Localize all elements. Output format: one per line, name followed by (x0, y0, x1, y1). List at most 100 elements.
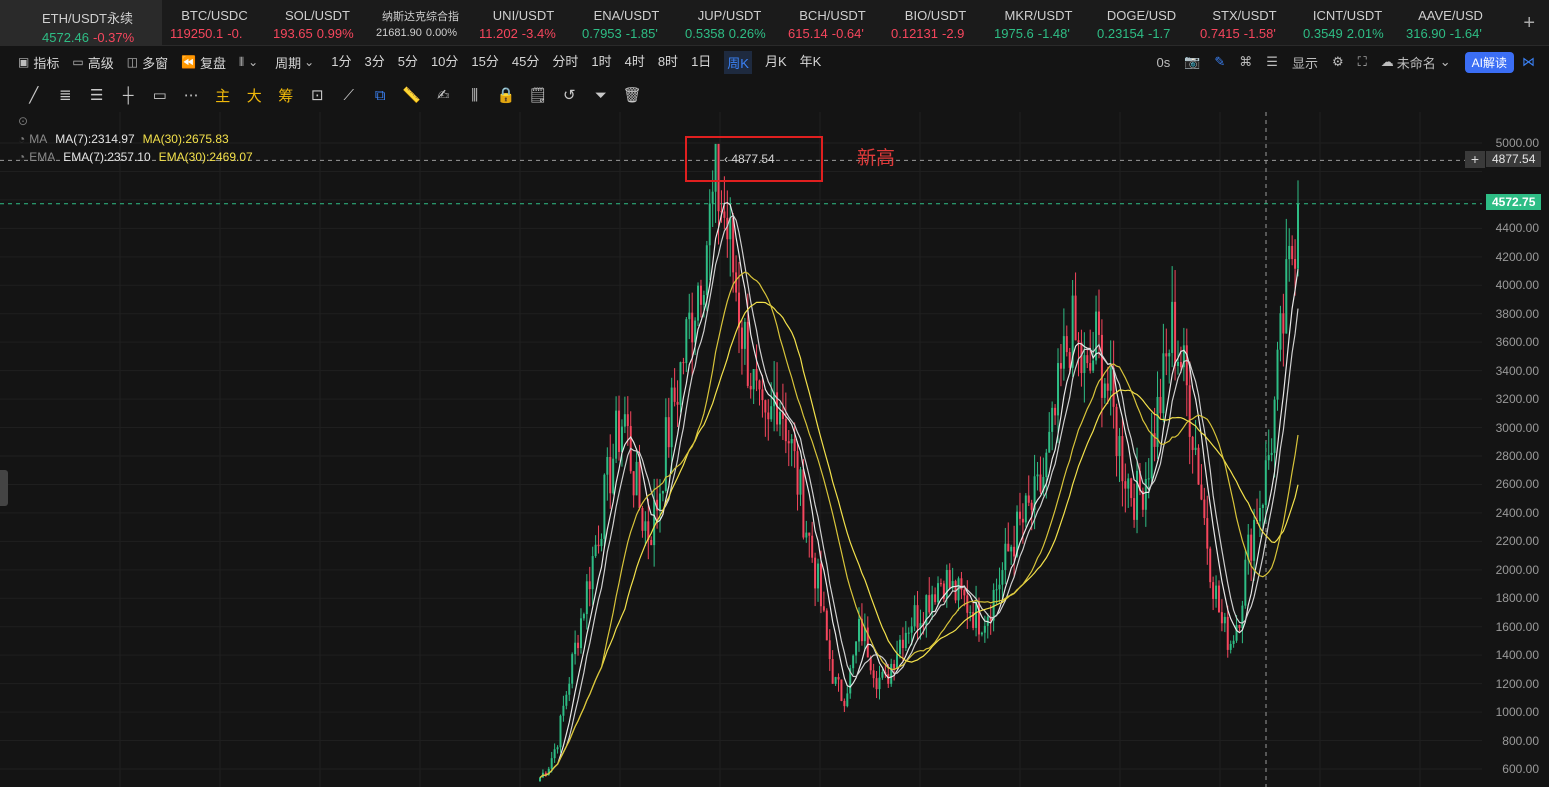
ticker-tab[interactable]: DOGE/USD 0.23154 -1.7 (1089, 0, 1192, 46)
horizontal-lines-icon[interactable]: ☰ (81, 86, 113, 104)
replay-button[interactable]: ⏪ 复盘 (181, 53, 226, 72)
ticker-tab[interactable]: ENA/USDT 0.7953 -1.85' (574, 0, 677, 46)
period-option[interactable]: 5分 (398, 51, 418, 74)
ai-interpret-button[interactable]: AI解读 (1464, 51, 1514, 73)
ticker-tab[interactable]: STX/USDT 0.7415 -1.58' (1192, 0, 1295, 46)
multi-window-button[interactable]: ◫ 多窗 (127, 53, 168, 72)
ticker-tab[interactable]: ICNT/USDT 0.3549 2.01% (1295, 0, 1398, 46)
display-button[interactable]: 显示 (1292, 53, 1318, 72)
period-option[interactable]: 4时 (625, 51, 645, 74)
period-option[interactable]: 8时 (658, 51, 678, 74)
undo-icon[interactable]: ↺ (554, 86, 586, 104)
candle-body (1086, 355, 1089, 364)
ticker-tab[interactable]: BTC/USDC 119250.1 -0. (162, 0, 265, 46)
candle-body (732, 217, 735, 273)
camera-icon[interactable]: 📷 (1184, 54, 1200, 70)
note-icon[interactable]: 🗒 (522, 86, 554, 104)
alert-icon[interactable]: ⌘ (1239, 54, 1252, 70)
ticker-price: 0.7415 (1200, 26, 1240, 41)
settings-icon[interactable]: ⚙ (1332, 54, 1344, 70)
ticker-tab[interactable]: JUP/USDT 0.5358 0.26% (677, 0, 780, 46)
candle-body (790, 439, 793, 444)
candle-body (667, 417, 670, 448)
sidebar-toggle-handle[interactable] (0, 470, 8, 506)
candle-body (1291, 245, 1294, 260)
pattern-icon[interactable]: ⫼ (459, 87, 491, 104)
bell-icon[interactable]: ◔ (18, 150, 25, 164)
period-option[interactable]: 15分 (471, 51, 498, 74)
lock-icon[interactable]: 🔒 (491, 86, 523, 104)
big-order-tool[interactable]: 大 (239, 85, 271, 106)
candle-body (1209, 548, 1212, 583)
ticker-tab[interactable]: BCH/USDT 615.14 -0.64' (780, 0, 883, 46)
candle-body (998, 584, 1001, 590)
candle-body (615, 410, 618, 459)
price-chart[interactable] (0, 112, 1549, 787)
period-option[interactable]: 分时 (552, 51, 578, 74)
parallel-lines-icon[interactable]: ≣ (50, 86, 82, 104)
filter-icon[interactable]: ⏷ (585, 87, 617, 104)
candle-body (852, 655, 855, 669)
candle-body (966, 595, 969, 613)
period-option[interactable]: 1时 (591, 51, 611, 74)
bell-icon[interactable]: ◔ (18, 132, 25, 146)
period-dropdown[interactable]: 周期 ⌄ (275, 53, 318, 72)
more-tools-icon[interactable]: ⋯ (176, 86, 208, 104)
ticker-tab[interactable]: BIO/USDT 0.12131 -2.9 (883, 0, 986, 46)
ticker-tab[interactable]: UNI/USDT 11.202 -3.4% (471, 0, 574, 46)
candle-body (1030, 502, 1033, 510)
select-tool-icon[interactable]: ⧉ (365, 87, 397, 104)
period-option[interactable]: 月K (765, 51, 787, 74)
candle-body (585, 581, 588, 615)
advanced-button[interactable]: ▭ 高级 (72, 53, 113, 72)
chips-tool[interactable]: 筹 (270, 85, 302, 106)
brush-icon[interactable]: ✍ (428, 86, 460, 104)
eraser-brush-icon[interactable]: ⟋ (333, 87, 365, 104)
layout-dropdown[interactable]: ☁ 未命名 ⌄ (1381, 53, 1451, 72)
candle-body (1018, 511, 1021, 519)
candle-body (1127, 478, 1130, 489)
candle-body (901, 639, 904, 649)
list-icon[interactable]: ☰ (1266, 54, 1278, 70)
ticker-tab[interactable]: ETH/USDT永续 4572.46 -0.37% (0, 0, 162, 46)
ticker-change: 0.00% (425, 27, 458, 39)
crosshair-add-icon[interactable]: + (1465, 151, 1485, 168)
indicators-button[interactable]: ▣ 指标 (18, 53, 59, 72)
add-tab-icon[interactable]: + (1523, 12, 1535, 35)
candle-body (1136, 470, 1139, 520)
candle-body (562, 705, 565, 716)
share-icon[interactable]: ⋈ (1522, 54, 1535, 70)
candle-body (1024, 495, 1027, 523)
magnet-icon[interactable]: ⊡ (302, 86, 334, 104)
rectangle-icon[interactable]: ▭ (144, 86, 176, 104)
price-axis-tick: 1600.00 (1495, 619, 1539, 634)
candle-body (641, 508, 644, 531)
ticker-tab[interactable]: AAVE/USD 316.90 -1.64' (1398, 0, 1501, 46)
collapse-icon[interactable]: ⊙ (18, 114, 28, 128)
chart-type-button[interactable]: ⫴ ⌄ (239, 55, 262, 70)
horizontal-ray-icon[interactable]: ┼ (113, 87, 145, 104)
ticker-price: 193.65 (273, 26, 313, 41)
ticker-tab[interactable]: SOL/USDT 193.65 0.99% (265, 0, 368, 46)
ticker-tab[interactable]: MKR/USDT 1975.6 -1.48' (986, 0, 1089, 46)
price-axis-tick: 2400.00 (1495, 505, 1539, 520)
candle-body (802, 469, 805, 538)
ruler-icon[interactable]: 📏 (396, 86, 428, 104)
main-chart-tool[interactable]: 主 (207, 85, 239, 106)
candle-body (1288, 245, 1291, 260)
ticker-tab[interactable]: 纳斯达克综合指 21681.90 0.00% (368, 0, 471, 46)
trash-icon[interactable]: 🗑 (617, 86, 649, 104)
pen-icon[interactable]: ✎ (1214, 54, 1225, 70)
period-option[interactable]: 周K (724, 50, 752, 74)
period-option[interactable]: 1日 (691, 51, 711, 74)
candle-body (825, 610, 828, 641)
period-option[interactable]: 10分 (431, 51, 458, 74)
period-option[interactable]: 年K (800, 51, 822, 74)
period-option[interactable]: 3分 (364, 51, 384, 74)
fullscreen-icon[interactable]: ⛶ (1358, 54, 1367, 70)
period-option[interactable]: 1分 (331, 51, 351, 74)
candle-body (550, 758, 553, 769)
period-option[interactable]: 45分 (512, 51, 539, 74)
trend-line-icon[interactable]: ╱ (18, 86, 50, 104)
candle-body (597, 544, 600, 547)
